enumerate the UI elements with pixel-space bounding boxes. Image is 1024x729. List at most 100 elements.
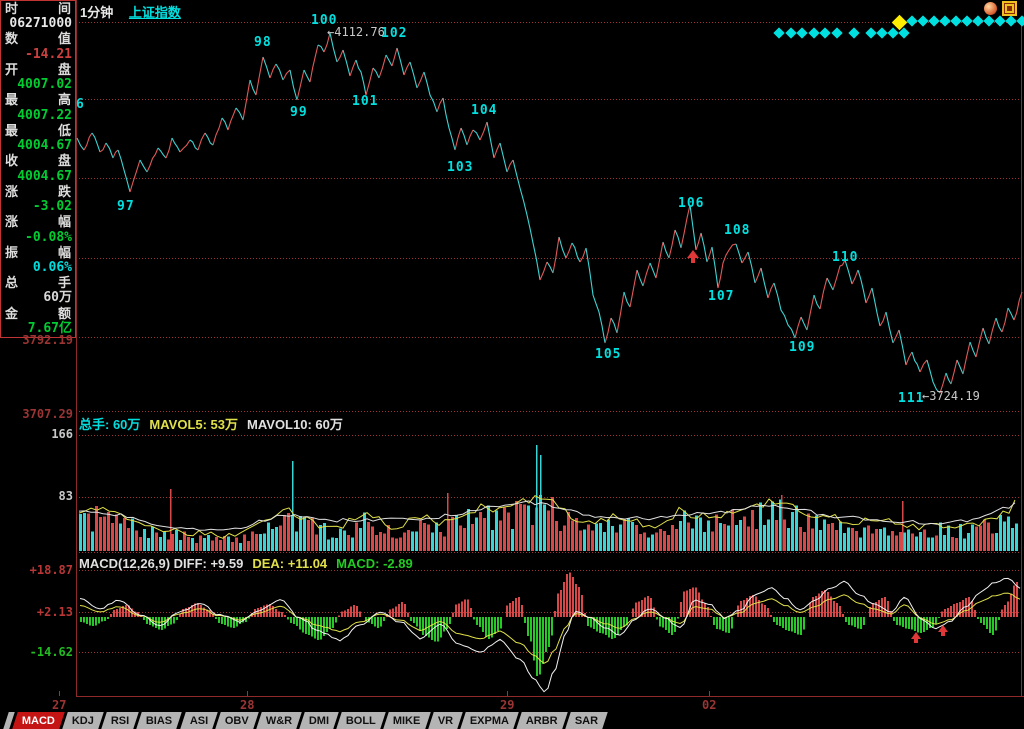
diamond-icon [796,27,807,38]
buy-signal-arrow-icon [687,250,699,258]
sidebar-value-3: 4007.22 [1,109,75,123]
tab-expma[interactable]: EXPMA [460,712,519,729]
wave-label-102: 102 [381,26,407,41]
tab-kdj[interactable]: KDJ [62,712,104,729]
price-axis-label: 3707.29 [0,407,73,421]
time-tick [507,691,508,696]
sidebar-value-6: -3.02 [1,200,75,214]
macd-header-item: DEA: +11.04 [252,556,327,571]
sidebar-value-1: -14.21 [1,48,75,62]
diamond-icon [994,15,1005,26]
sidebar-label-5: 收盘 [1,154,75,168]
wave-label-106: 106 [678,196,704,211]
diamond-icon [939,15,950,26]
time-label-29: 29 [500,698,514,712]
diamond-icon [906,15,917,26]
diamond-icon [961,15,972,26]
tab-sar[interactable]: SAR [565,712,608,729]
charts-canvas [0,0,1024,729]
sidebar-value-5: 4004.67 [1,170,75,184]
sidebar-label-3: 最高 [1,93,75,107]
tab-macd[interactable]: MACD [12,712,65,729]
gridline [76,435,1024,436]
wave-label-108: 108 [724,223,750,238]
tab-dmi[interactable]: DMI [299,712,339,729]
wave-label-97: 97 [117,199,135,214]
sun-logo-icon[interactable] [984,2,997,15]
tab-w-r[interactable]: W&R [256,712,302,729]
volume-header-item: MAVOL10: 60万 [247,417,343,432]
diamond-icon [928,15,939,26]
wave-label-107: 107 [708,289,734,304]
sidebar-value-8: 0.06% [1,261,75,275]
sidebar-value-2: 4007.02 [1,78,75,92]
sidebar-label-1: 数值 [1,32,75,46]
macd-axis-label: -14.62 [0,645,73,659]
wave-label-101: 101 [352,94,378,109]
diamond-icon [887,27,898,38]
window-box-icon[interactable] [1002,1,1017,16]
tab-arbr[interactable]: ARBR [516,712,567,729]
sidebar-label-4: 最低 [1,124,75,138]
sidebar-value-9: 60万 [1,291,75,305]
sidebar-label-8: 振幅 [1,246,75,260]
gridline [76,612,1024,613]
diamond-icon [808,27,819,38]
gridline [76,411,1024,412]
time-label-27: 27 [52,698,66,712]
sidebar-label-7: 涨幅 [1,215,75,229]
panel-right-border [1021,22,1022,697]
diamond-icon [819,27,830,38]
diamond-icon [1016,15,1024,26]
diamond-icon [865,27,876,38]
index-name-link[interactable]: 上证指数 [129,5,181,20]
diamond-icon [831,27,842,38]
wave-label-104: 104 [471,103,497,118]
wave-label-6: 6 [76,97,85,112]
macd-signal-arrow-icon [938,625,948,632]
top-bar: 1分钟 上证指数 [80,2,181,21]
gridline [76,258,1024,259]
indicator-tab-bar: MACDKDJRSIBIASASIOBVW&RDMIBOLLMIKEVREXPM… [6,712,605,729]
tab-obv[interactable]: OBV [215,712,258,729]
sidebar-label-10: 金额 [1,307,75,321]
wave-label-103: 103 [447,160,473,175]
diamond-icon [1005,15,1016,26]
diamond-icon [773,27,784,38]
price-axis-label: 3792.19 [0,333,73,347]
tab-rsi[interactable]: RSI [101,712,139,729]
diamond-icon [950,15,961,26]
period-label[interactable]: 1分钟 [80,5,113,20]
tab-mike[interactable]: MIKE [383,712,430,729]
wave-label-99: 99 [290,105,308,120]
diamond-icon [983,15,994,26]
volume-header-item: 总手: 60万 [79,417,140,432]
sidebar-value-7: -0.08% [1,231,75,245]
macd-header-item: MACD(12,26,9) DIFF: +9.59 [79,556,243,571]
sidebar-label-0: 时间 [1,2,75,16]
diamond-icon [785,27,796,38]
diamond-icon [848,27,859,38]
wave-label-110: 110 [832,250,858,265]
volume-axis-label: 166 [0,427,73,441]
tab-boll[interactable]: BOLL [337,712,386,729]
gridline [76,497,1024,498]
macd-header-item: MACD: -2.89 [336,556,413,571]
time-tick [247,691,248,696]
sidebar-value-0: 06271000 [1,17,75,31]
volume-header-item: MAVOL5: 53万 [149,417,238,432]
wave-label-98: 98 [254,35,272,50]
price-annotation: ←3724.19 [922,389,980,403]
gridline [76,99,1024,100]
macd-signal-arrow-icon [911,632,921,639]
sidebar-label-6: 涨跌 [1,185,75,199]
tab-asi[interactable]: ASI [180,712,218,729]
wave-label-109: 109 [789,340,815,355]
trading-terminal-window: 时间06271000数值-14.21开盘4007.02最高4007.22最低40… [0,0,1024,729]
time-tick [59,691,60,696]
tab-vr[interactable]: VR [428,712,463,729]
time-axis-line [76,696,1024,697]
diamond-icon [972,15,983,26]
gridline [76,178,1024,179]
tab-bias[interactable]: BIAS [137,712,183,729]
